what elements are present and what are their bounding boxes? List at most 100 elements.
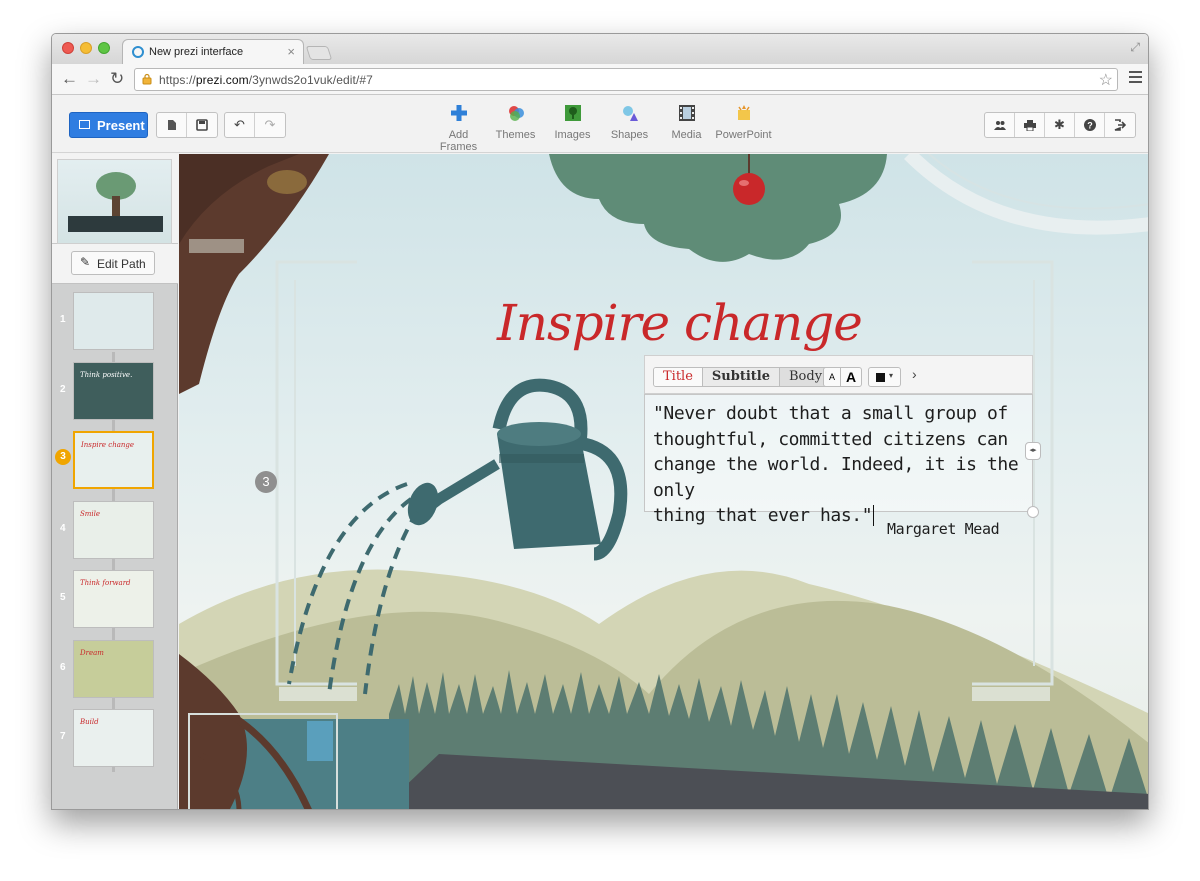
- lock-icon: [142, 73, 152, 85]
- settings-gear-icon[interactable]: ✱: [1045, 113, 1075, 137]
- slide-item[interactable]: 5 Think forward: [52, 568, 178, 630]
- fullscreen-icon[interactable]: ⤢: [1130, 40, 1140, 55]
- text-color-picker[interactable]: ▾: [868, 367, 901, 387]
- reload-icon[interactable]: ↻: [110, 69, 124, 89]
- edit-path-button[interactable]: ✎ Edit Path: [71, 251, 155, 275]
- themes-icon: [487, 104, 544, 126]
- address-bar-row: ← → ↻ https://prezi.com/3ynwds2o1vuk/edi…: [52, 64, 1148, 95]
- add-frames-button[interactable]: Add Frames: [430, 104, 487, 153]
- color-swatch: [876, 373, 885, 382]
- slide-thumbnail-title: Smile: [80, 509, 101, 518]
- slide-item[interactable]: 3 Inspire change: [52, 429, 178, 491]
- exit-icon[interactable]: [1105, 113, 1135, 137]
- minimize-window-button[interactable]: [80, 42, 92, 54]
- shapes-button[interactable]: Shapes: [601, 104, 658, 153]
- slide-number: 3: [55, 449, 71, 465]
- svg-text:?: ?: [1087, 121, 1093, 131]
- path-step-badge[interactable]: 3: [255, 471, 277, 493]
- watering-can-illustration: [407, 378, 628, 561]
- style-subtitle-button[interactable]: Subtitle: [702, 368, 780, 386]
- menu-icon[interactable]: [1129, 71, 1142, 86]
- slide-item[interactable]: 2 Think positive.: [52, 360, 178, 422]
- overview-thumbnail[interactable]: [57, 159, 172, 244]
- slide-item[interactable]: 4 Smile: [52, 499, 178, 561]
- corner-resize-handle[interactable]: [1027, 506, 1039, 518]
- quote-author[interactable]: Margaret Mead: [887, 520, 1000, 538]
- increase-font-button[interactable]: A: [841, 367, 862, 387]
- tab-close-icon[interactable]: ×: [287, 44, 295, 59]
- shapes-icon: [601, 104, 658, 126]
- slide-thumbnail-title: Build: [80, 718, 99, 726]
- close-window-button[interactable]: [62, 42, 74, 54]
- width-resize-handle[interactable]: ◂▸: [1025, 442, 1041, 460]
- forward-icon[interactable]: →: [85, 69, 102, 89]
- new-tab-button[interactable]: [305, 46, 333, 60]
- file-group: [156, 112, 218, 138]
- slide-title[interactable]: Inspire change: [497, 294, 863, 352]
- slide-thumbnail[interactable]: Dream: [73, 639, 154, 698]
- new-file-icon[interactable]: [157, 113, 187, 137]
- slide-item[interactable]: 1: [52, 290, 178, 352]
- slide-thumbnail[interactable]: Build: [73, 709, 154, 767]
- present-button[interactable]: Present: [69, 112, 148, 138]
- decrease-font-button[interactable]: A: [823, 367, 841, 387]
- browser-tab[interactable]: New prezi interface ×: [122, 39, 304, 64]
- prezi-canvas[interactable]: Inspire change 3 Title Subtitle Body A A…: [179, 154, 1148, 809]
- prezi-favicon-icon: [132, 46, 144, 58]
- chevron-down-icon: ▾: [889, 371, 894, 380]
- text-style-selector: Title Subtitle Body: [653, 367, 833, 387]
- images-icon: [544, 104, 601, 126]
- save-icon[interactable]: [187, 113, 217, 137]
- slide-number: 4: [60, 522, 66, 534]
- prezi-toolbar: Present ↶ ↷ Add Frames Themes Images Sha…: [52, 96, 1148, 153]
- slide-number: 7: [60, 731, 66, 742]
- tab-strip: New prezi interface × ⤢: [52, 34, 1148, 64]
- slide-item[interactable]: 6 Dream: [52, 638, 178, 700]
- slide-thumbnail[interactable]: Think positive.: [73, 361, 154, 420]
- images-button[interactable]: Images: [544, 104, 601, 153]
- overview-panel: [52, 154, 178, 244]
- text-format-toolbar: Title Subtitle Body A A ▾ ›: [644, 355, 1033, 394]
- bookmark-star-icon[interactable]: ☆: [1099, 70, 1113, 90]
- print-icon[interactable]: [1015, 113, 1045, 137]
- slide-thumbnail[interactable]: Smile: [73, 500, 154, 559]
- powerpoint-icon: [715, 104, 772, 126]
- zoom-window-button[interactable]: [98, 42, 110, 54]
- present-icon: [79, 120, 90, 129]
- edit-path-area: ✎ Edit Path: [52, 244, 178, 284]
- share-group: ✱ ?: [984, 112, 1136, 138]
- slide-item[interactable]: 7 Build: [52, 707, 178, 769]
- undo-icon[interactable]: ↶: [225, 113, 255, 137]
- history-group: ↶ ↷: [224, 112, 286, 138]
- help-icon[interactable]: ?: [1075, 113, 1105, 137]
- slide-thumbnail-title: Think forward: [80, 579, 131, 587]
- browser-window: New prezi interface × ⤢ ← → ↻ https://pr…: [51, 33, 1149, 810]
- back-icon[interactable]: ←: [61, 69, 78, 89]
- insert-tools: Add Frames Themes Images Shapes Media Po…: [430, 104, 772, 153]
- slide-thumbnail[interactable]: Think forward: [73, 570, 154, 628]
- slide-thumbnail[interactable]: [73, 292, 154, 350]
- quote-textbox[interactable]: "Never doubt that a small group of thoug…: [644, 394, 1033, 526]
- slide-thumbnail-title: Dream: [80, 648, 104, 657]
- more-options-icon[interactable]: ›: [912, 366, 917, 382]
- powerpoint-button[interactable]: PowerPoint: [715, 104, 772, 153]
- slide-thumbnail-title: Inspire change: [81, 441, 135, 449]
- media-button[interactable]: Media: [658, 104, 715, 153]
- slide-thumbnail-title: Think positive.: [80, 370, 133, 379]
- url-text: https://prezi.com/3ynwds2o1vuk/edit/#7: [159, 73, 373, 87]
- slide-thumbnail[interactable]: Inspire change: [73, 431, 154, 489]
- add-frames-icon: [430, 104, 487, 126]
- slide-number: 2: [60, 383, 66, 395]
- slide-number: 1: [60, 314, 66, 325]
- pencil-icon: ✎: [80, 255, 91, 269]
- quote-text[interactable]: "Never doubt that a small group of thoug…: [653, 401, 1028, 529]
- media-icon: [658, 104, 715, 126]
- slide-number: 6: [60, 661, 66, 673]
- tab-title: New prezi interface: [149, 46, 244, 58]
- share-people-icon[interactable]: [985, 113, 1015, 137]
- redo-icon[interactable]: ↷: [255, 113, 285, 137]
- themes-button[interactable]: Themes: [487, 104, 544, 153]
- slide-number: 5: [60, 592, 66, 603]
- url-field[interactable]: https://prezi.com/3ynwds2o1vuk/edit/#7 ☆: [134, 68, 1118, 91]
- style-title-button[interactable]: Title: [654, 368, 703, 386]
